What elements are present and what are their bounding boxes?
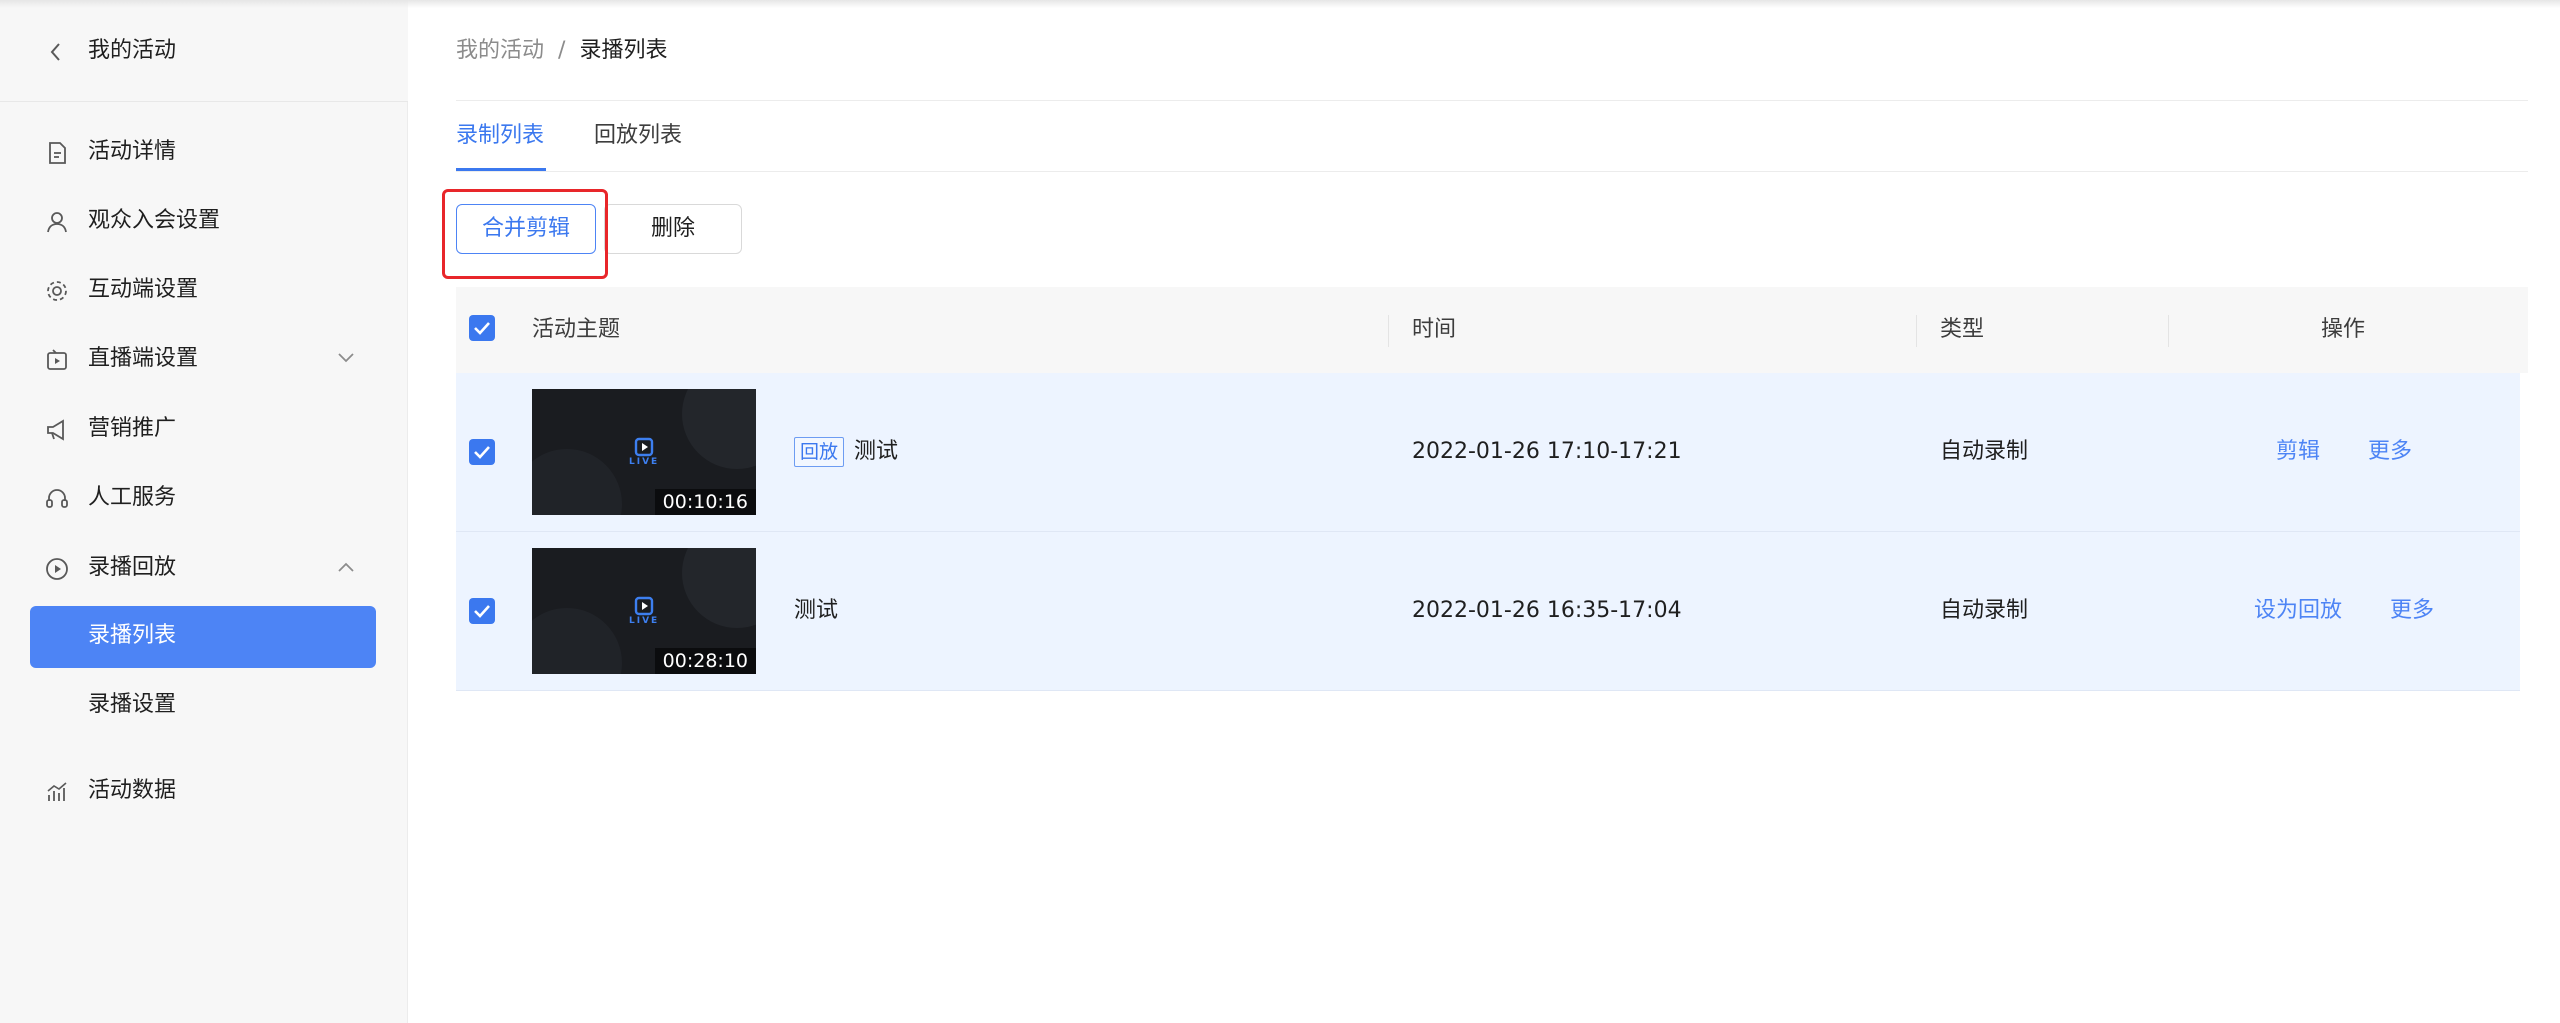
user-icon: [47, 212, 67, 233]
sidebar-item-live-settings[interactable]: 直播端设置: [0, 331, 408, 387]
check-icon: [474, 605, 490, 618]
row-checkbox[interactable]: [469, 439, 495, 465]
sidebar-item-manual-service[interactable]: 人工服务: [0, 470, 408, 526]
column-header-time: 时间: [1412, 317, 1457, 342]
chevron-down-icon: [338, 353, 354, 363]
sidebar-item-marketing[interactable]: 营销推广: [0, 401, 408, 457]
video-duration: 00:10:16: [654, 489, 756, 515]
column-header-type: 类型: [1940, 317, 1985, 342]
sidebar-subitem-label: 录播设置: [88, 692, 177, 717]
breadcrumb-separator: /: [558, 38, 566, 63]
column-header-topic: 活动主题: [532, 317, 621, 342]
tab-recording-list[interactable]: 录制列表: [456, 120, 544, 152]
sidebar-item-label: 观众入会设置: [88, 208, 221, 233]
top-shadow: [0, 0, 2560, 8]
video-duration: 00:28:10: [654, 648, 756, 674]
sidebar-item-label: 录播回放: [88, 555, 177, 580]
more-link[interactable]: 更多: [2390, 596, 2434, 626]
headset-icon: [46, 489, 68, 508]
back-title: 我的活动: [88, 38, 177, 63]
delete-button[interactable]: 删除: [604, 204, 742, 254]
tab-replay-list[interactable]: 回放列表: [594, 120, 682, 152]
select-all-checkbox[interactable]: [469, 315, 495, 341]
row-type: 自动录制: [1940, 439, 2029, 464]
megaphone-icon: [47, 419, 64, 441]
chevron-up-icon: [338, 562, 354, 572]
sidebar-item-label: 互动端设置: [88, 277, 199, 302]
column-divider: [2168, 315, 2169, 347]
sidebar-item-label: 直播端设置: [88, 346, 199, 371]
sidebar-item-label: 活动数据: [88, 778, 177, 803]
sidebar-item-label: 营销推广: [88, 416, 177, 441]
check-icon: [474, 446, 490, 459]
merge-edit-button[interactable]: 合并剪辑: [456, 204, 596, 254]
breadcrumb-parent[interactable]: 我的活动: [456, 38, 544, 63]
set-as-replay-link[interactable]: 设为回放: [2254, 596, 2342, 626]
edit-link[interactable]: 剪辑: [2276, 437, 2320, 467]
video-thumbnail[interactable]: LIVE 00:10:16: [532, 389, 756, 515]
column-divider: [1388, 315, 1389, 347]
table-row: LIVE 00:10:16 回放 测试 2022-01-26 17:10-17:…: [456, 373, 2520, 531]
row-divider: [456, 690, 2520, 691]
sidebar-item-interaction-settings[interactable]: 互动端设置: [0, 262, 408, 318]
table-header: 活动主题 时间 类型 操作: [456, 287, 2528, 373]
bar-chart-icon: [47, 782, 67, 801]
sidebar-item-activity-details[interactable]: 活动详情: [0, 124, 408, 180]
live-brand-text: LIVE: [629, 457, 660, 467]
sidebar-item-label: 活动详情: [88, 139, 177, 164]
breadcrumb: 我的活动 / 录播列表: [456, 36, 667, 66]
breadcrumb-current: 录播列表: [579, 38, 668, 63]
active-highlight: [30, 606, 376, 668]
sidebar-item-audience-settings[interactable]: 观众入会设置: [0, 193, 408, 249]
row-title: 测试: [794, 598, 839, 623]
live-brand-text: LIVE: [629, 616, 660, 626]
more-link[interactable]: 更多: [2368, 437, 2412, 467]
sidebar-subitem-recording-settings[interactable]: 录播设置: [0, 675, 408, 735]
play-circle-icon: [46, 558, 68, 580]
settings-icon: [47, 281, 67, 301]
document-icon: [49, 142, 66, 164]
thumbnail-decoration: [532, 608, 622, 674]
sidebar-item-activity-data[interactable]: 活动数据: [0, 763, 408, 819]
table-row: LIVE 00:28:10 测试 2022-01-26 16:35-17:04 …: [456, 532, 2520, 690]
sidebar-item-label: 人工服务: [88, 485, 177, 510]
video-thumbnail[interactable]: LIVE 00:28:10: [532, 548, 756, 674]
thumbnail-decoration: [532, 449, 622, 515]
sidebar-subitem-label: 录播列表: [88, 623, 177, 648]
row-title: 测试: [854, 439, 899, 464]
row-time: 2022-01-26 17:10-17:21: [1412, 439, 1682, 464]
row-type: 自动录制: [1940, 598, 2029, 623]
check-icon: [474, 322, 490, 335]
chevron-left-icon: [50, 43, 60, 61]
column-divider: [1916, 315, 1917, 347]
thumbnail-decoration: [682, 548, 756, 628]
sidebar-subitem-recording-list[interactable]: 录播列表: [0, 606, 408, 668]
tabs-divider: [456, 171, 2528, 172]
column-header-action: 操作: [2321, 317, 2366, 342]
back-to-my-activities[interactable]: 我的活动: [0, 0, 408, 102]
row-time: 2022-01-26 16:35-17:04: [1412, 598, 1682, 623]
replay-tag: 回放: [794, 437, 845, 467]
thumbnail-decoration: [682, 389, 756, 469]
live-screen-icon: [47, 349, 67, 370]
header-divider: [456, 100, 2528, 101]
sidebar-item-replay[interactable]: 录播回放: [0, 540, 408, 596]
row-checkbox[interactable]: [469, 598, 495, 624]
sidebar: 我的活动 活动详情 观众入会设置 互动端设置 直播端设置 营销推广 人工服务 录…: [0, 0, 408, 1023]
